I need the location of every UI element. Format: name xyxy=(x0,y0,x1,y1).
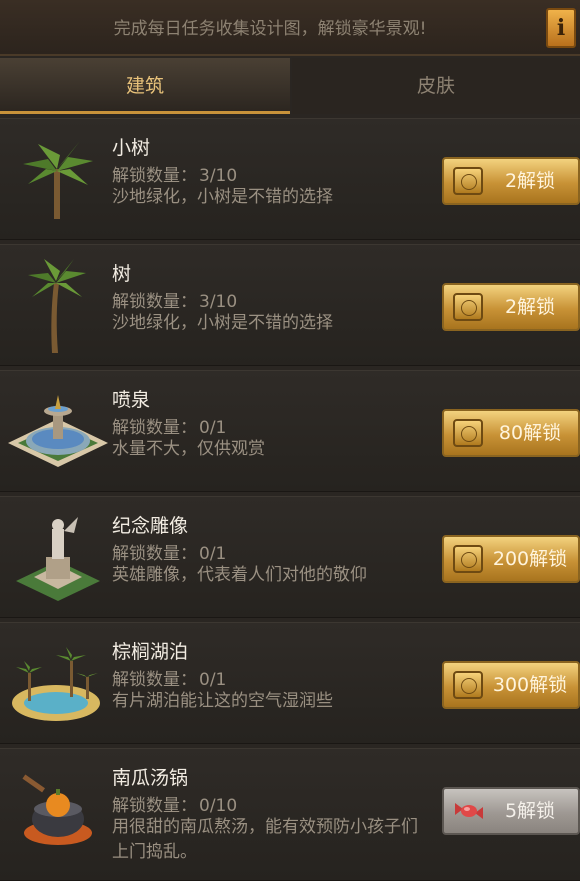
unlock-button-label: 2解锁 xyxy=(504,296,556,318)
unlock-count-value: 0/1 xyxy=(199,544,227,564)
unlock-button-label: 5解锁 xyxy=(504,800,556,822)
blueprint-icon xyxy=(453,671,483,699)
unlock-count-label: 解锁数量： xyxy=(112,544,197,564)
tall-palm-icon xyxy=(28,259,86,353)
unlock-count-value: 0/1 xyxy=(199,670,227,690)
item-name: 小树 xyxy=(112,137,151,159)
item-name: 纪念雕像 xyxy=(112,515,189,537)
unlock-count-label: 解锁数量： xyxy=(112,418,197,438)
item-name: 喷泉 xyxy=(112,389,151,411)
unlock-button[interactable]: 5解锁 xyxy=(442,787,580,835)
tab-buildings[interactable]: 建筑 xyxy=(0,58,290,114)
unlock-count: 解锁数量： 0/1 xyxy=(112,413,226,438)
item-description: 有片湖泊能让这的空气湿润些 xyxy=(112,691,333,711)
item-name: 棕榈湖泊 xyxy=(112,641,189,663)
unlock-count-value: 3/10 xyxy=(199,166,238,186)
blueprint-icon xyxy=(453,545,483,573)
unlock-button-label: 300解锁 xyxy=(492,674,568,696)
unlock-button-label: 200解锁 xyxy=(492,548,568,570)
unlock-button[interactable]: 2解锁 xyxy=(442,283,580,331)
top-banner: 完成每日任务收集设计图，解锁豪华景观! i xyxy=(0,0,580,56)
list-item: 南瓜汤锅 解锁数量： 0/10 用很甜的南瓜熬汤，能有效预防小孩子们上门捣乱。 5… xyxy=(0,748,580,881)
item-description: 沙地绿化，小树是不错的选择 xyxy=(112,313,333,333)
fountain-icon xyxy=(8,395,108,467)
blueprint-icon xyxy=(453,167,483,195)
list-item: 喷泉 解锁数量： 0/1 水量不大，仅供观赏 80解锁 xyxy=(0,370,580,492)
unlock-button[interactable]: 2解锁 xyxy=(442,157,580,205)
unlock-button-label: 2解锁 xyxy=(504,170,556,192)
unlock-button-label: 80解锁 xyxy=(498,422,562,444)
palm-tree-icon xyxy=(23,141,93,219)
unlock-count-label: 解锁数量： xyxy=(112,670,197,690)
item-description: 水量不大，仅供观赏 xyxy=(112,439,265,459)
unlock-count: 解锁数量： 0/1 xyxy=(112,665,226,690)
unlock-button[interactable]: 200解锁 xyxy=(442,535,580,583)
tab-skins[interactable]: 皮肤 xyxy=(292,58,580,114)
list-item: 小树 解锁数量： 3/10 沙地绿化，小树是不错的选择 2解锁 xyxy=(0,118,580,240)
statue-icon xyxy=(16,517,100,601)
list-item: 树 解锁数量： 3/10 沙地绿化，小树是不错的选择 2解锁 xyxy=(0,244,580,366)
palm-lake-icon xyxy=(12,647,100,721)
banner-text: 完成每日任务收集设计图，解锁豪华景观! xyxy=(113,19,427,39)
item-name: 南瓜汤锅 xyxy=(112,767,189,789)
info-icon[interactable]: i xyxy=(546,8,576,48)
candy-icon xyxy=(455,803,483,819)
item-description: 英雄雕像，代表着人们对他的敬仰 xyxy=(112,565,367,585)
unlock-count: 解锁数量： 0/10 xyxy=(112,791,237,816)
unlock-count-label: 解锁数量： xyxy=(112,796,197,816)
item-description: 用很甜的南瓜熬汤，能有效预防小孩子们上门捣乱。 xyxy=(112,817,418,862)
unlock-count-label: 解锁数量： xyxy=(112,166,197,186)
item-name: 树 xyxy=(112,263,132,285)
item-description: 沙地绿化，小树是不错的选择 xyxy=(112,187,333,207)
blueprint-icon xyxy=(453,419,483,447)
unlock-count-value: 0/1 xyxy=(199,418,227,438)
unlock-count-label: 解锁数量： xyxy=(112,292,197,312)
unlock-count: 解锁数量： 3/10 xyxy=(112,287,237,312)
tab-bar: 建筑 皮肤 xyxy=(0,58,580,114)
unlock-count-value: 0/10 xyxy=(199,796,238,816)
list-item: 棕榈湖泊 解锁数量： 0/1 有片湖泊能让这的空气湿润些 300解锁 xyxy=(0,622,580,744)
unlock-count-value: 3/10 xyxy=(199,292,238,312)
blueprint-icon xyxy=(453,293,483,321)
unlock-count: 解锁数量： 3/10 xyxy=(112,161,237,186)
pumpkin-pot-icon xyxy=(22,774,92,845)
unlock-button[interactable]: 80解锁 xyxy=(442,409,580,457)
unlock-button[interactable]: 300解锁 xyxy=(442,661,580,709)
list-item: 纪念雕像 解锁数量： 0/1 英雄雕像，代表着人们对他的敬仰 200解锁 xyxy=(0,496,580,618)
unlock-count: 解锁数量： 0/1 xyxy=(112,539,226,564)
